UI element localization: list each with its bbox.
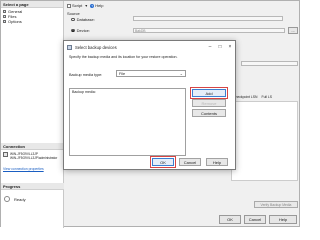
device-radio-label: Device: — [76, 28, 90, 33]
database-select[interactable] — [133, 16, 283, 21]
script-button[interactable]: Script — [67, 3, 82, 8]
backup-sets-grid[interactable] — [231, 101, 298, 181]
dialog-cancel-button[interactable]: Cancel — [179, 158, 201, 166]
script-icon — [67, 3, 71, 8]
outer-cancel-button[interactable]: Cancel — [244, 215, 266, 224]
script-label: Script — [72, 3, 83, 8]
select-page-header: Select a page — [1, 1, 63, 8]
dialog-ok-button[interactable]: OK — [150, 156, 176, 168]
dialog-title: Select backup devices — [75, 44, 117, 50]
dialog-description: Specify the backup media and its locatio… — [69, 55, 178, 59]
backup-sets-grid-header: Checkpoint LSN Full LS — [233, 95, 272, 99]
page-item-options[interactable]: Options — [3, 19, 61, 24]
source-label: Source — [67, 11, 80, 16]
database-radio-label: Database: — [76, 17, 95, 22]
dialog-help-button[interactable]: Help — [206, 158, 228, 166]
connection-row: WIN-JF5O9VLL3JP WIN-JF5O9VLL3JP\administ… — [3, 152, 62, 160]
page-icon — [3, 15, 6, 18]
backup-media-type-label: Backup media type: — [69, 73, 103, 77]
progress-header: Progress — [1, 183, 64, 190]
chevron-down-icon: ⌄ — [179, 71, 183, 76]
grid-header-full-lsn: Full LS — [261, 95, 273, 99]
server-icon — [3, 152, 8, 157]
progress-body: Ready — [1, 190, 64, 208]
radio-button — [71, 17, 75, 22]
connection-header: Connection — [1, 143, 64, 150]
browse-device-button[interactable]: ... — [288, 27, 298, 34]
dialog-titlebar: Select backup devices – □ × — [64, 41, 235, 53]
outer-ok-button[interactable]: OK — [219, 215, 241, 224]
radio-button-selected — [71, 28, 75, 33]
verify-backup-media-button[interactable]: Verify Backup Media — [254, 201, 298, 208]
toolbar: Script ▾ ? Help — [67, 2, 103, 9]
progress-spinner-icon — [4, 196, 10, 202]
maximize-icon[interactable]: □ — [215, 44, 225, 50]
remove-button[interactable]: Remove — [192, 99, 226, 107]
close-icon[interactable]: × — [225, 44, 235, 50]
backup-media-label: Backup media: — [72, 90, 96, 94]
help-label: Help — [95, 3, 104, 8]
page-icon — [3, 20, 6, 23]
device-field[interactable]: BakDB — [133, 28, 285, 33]
select-backup-devices-dialog: Select backup devices – □ × Specify the … — [63, 40, 236, 170]
database-radio[interactable]: Database: — [71, 17, 95, 22]
connection-section: Connection WIN-JF5O9VLL3JP WIN-JF5O9VLL3… — [1, 143, 64, 173]
backup-media-type-value: File — [119, 72, 126, 76]
page-item-label: Options — [8, 19, 22, 24]
page-icon — [3, 10, 6, 13]
page-list: General Files Options — [1, 8, 63, 25]
backup-media-list[interactable]: Backup media: — [69, 88, 186, 156]
contents-button[interactable]: Contents — [192, 109, 226, 117]
login-name: WIN-JF5O9VLL3JP\administrator — [10, 156, 58, 160]
destination-field[interactable] — [241, 61, 298, 66]
outer-help-button[interactable]: Help — [269, 215, 297, 224]
progress-status: Ready — [14, 196, 26, 202]
help-icon: ? — [90, 3, 95, 8]
minimize-icon[interactable]: – — [205, 44, 215, 50]
view-connection-properties-link[interactable]: View connection properties — [3, 167, 62, 171]
connection-lines: WIN-JF5O9VLL3JP WIN-JF5O9VLL3JP\administ… — [10, 152, 57, 160]
connection-body: WIN-JF5O9VLL3JP WIN-JF5O9VLL3JP\administ… — [1, 150, 64, 173]
progress-section: Progress Ready — [1, 183, 64, 208]
left-pane: Select a page General Files Options Conn… — [1, 1, 64, 228]
dialog-app-icon — [67, 44, 72, 50]
script-dropdown-icon[interactable]: ▾ — [85, 3, 87, 8]
add-button[interactable]: Add — [190, 87, 228, 99]
backup-media-type-select[interactable]: File ⌄ — [116, 70, 186, 77]
device-radio[interactable]: Device: — [71, 28, 90, 33]
help-button[interactable]: ? Help — [90, 3, 103, 8]
grid-header-checkpoint-lsn: Checkpoint LSN — [233, 95, 258, 99]
